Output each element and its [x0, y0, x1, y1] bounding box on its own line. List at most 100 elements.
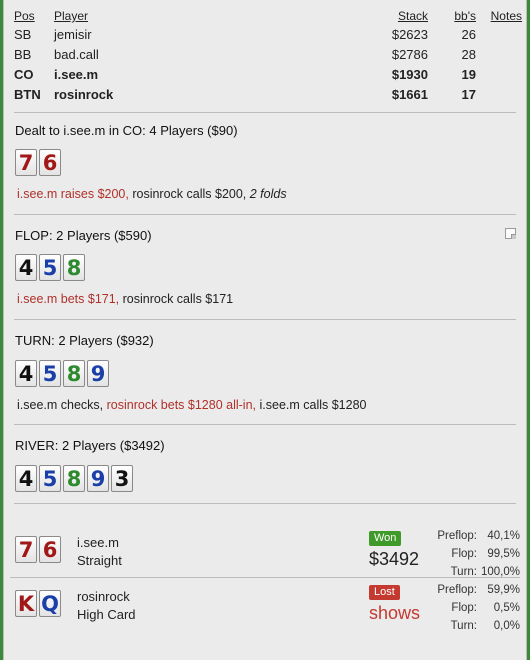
player-pos: BTN	[14, 87, 41, 102]
player-name[interactable]: bad.call	[54, 45, 99, 65]
playing-card: 5	[39, 360, 61, 387]
player-bbs: 19	[461, 67, 476, 82]
playing-card: 8	[63, 254, 85, 281]
player-stack: $2623	[391, 27, 428, 42]
winner-hand: Straight	[77, 553, 122, 568]
player-pos: CO	[14, 67, 34, 82]
divider	[14, 112, 516, 113]
playing-card: 6	[39, 149, 61, 176]
table-row: SB jemisir $2623 26	[14, 25, 522, 45]
action-call: rosinrock calls $200,	[128, 187, 250, 201]
playing-card: 9	[87, 465, 109, 492]
player-bbs: 28	[461, 47, 476, 62]
turn-action: i.see.m checks, rosinrock bets $1280 all…	[17, 398, 367, 412]
player-pos: SB	[14, 27, 32, 42]
loser-equity-stats: Preflop: 59,9% Flop: 0,5% Turn: 0,0%	[414, 581, 520, 635]
divider	[14, 503, 516, 504]
players-table: Pos Player Stack bb's Notes SB jemisir $26…	[14, 8, 522, 105]
action-bet: i.see.m bets $171,	[17, 292, 120, 306]
river-cards: 45893	[15, 465, 135, 495]
player-stack: $2786	[391, 47, 428, 62]
table-row: CO i.see.m $1930 19	[14, 65, 522, 85]
header-notes[interactable]: Notes	[491, 8, 522, 25]
loser-cards: KQ	[15, 590, 63, 620]
note-icon[interactable]	[505, 228, 516, 239]
won-badge: Won	[369, 531, 402, 546]
table-row: BB bad.call $2786 28	[14, 45, 522, 65]
loser-name[interactable]: rosinrock	[77, 588, 130, 606]
action-check: i.see.m checks,	[17, 398, 107, 412]
table-row: BTN rosinrock $1661 17	[14, 85, 522, 105]
divider	[14, 214, 516, 215]
player-stack: $1661	[391, 87, 428, 102]
action-call: i.see.m calls $1280	[256, 398, 367, 412]
loser-hand: High Card	[77, 607, 136, 622]
equity-value: 99,5%	[487, 548, 520, 560]
action-folds: 2 folds	[249, 187, 287, 201]
playing-card: 4	[15, 465, 37, 492]
winner-equity-stats: Preflop: 40,1% Flop: 99,5% Turn: 100,0%	[414, 527, 520, 581]
flop-action: i.see.m bets $171, rosinrock calls $171	[17, 292, 233, 306]
river-title: RIVER: 2 Players ($3492)	[15, 438, 165, 453]
flop-title: FLOP: 2 Players ($590)	[15, 228, 152, 243]
playing-card: K	[15, 590, 37, 617]
hand-history-panel: Pos Player Stack bb's Notes SB jemisir $26…	[3, 0, 527, 660]
playing-card: Q	[39, 590, 61, 617]
playing-card: 4	[15, 360, 37, 387]
action-raise: i.see.m raises $200,	[17, 187, 129, 201]
header-bbs[interactable]: bb's	[446, 8, 476, 25]
equity-value: 59,9%	[487, 584, 520, 596]
equity-label: Turn:	[450, 566, 477, 578]
hole-cards: 76	[15, 149, 63, 179]
playing-card: 4	[15, 254, 37, 281]
player-stack: $1930	[391, 67, 428, 82]
player-pos: BB	[14, 47, 32, 62]
equity-row: Preflop: 59,9%	[414, 581, 520, 599]
equity-value: 0,0%	[493, 620, 520, 632]
equity-label: Flop:	[451, 602, 477, 614]
header-player[interactable]: Player	[54, 8, 88, 25]
playing-card: 8	[63, 360, 85, 387]
playing-card: 5	[39, 254, 61, 281]
lost-amount: shows	[369, 603, 421, 623]
equity-row: Turn: 0,0%	[414, 617, 520, 635]
header-stack[interactable]: Stack	[398, 8, 428, 25]
playing-card: 7	[15, 149, 37, 176]
turn-title: TURN: 2 Players ($932)	[15, 333, 154, 348]
equity-label: Preflop:	[437, 584, 477, 596]
lost-badge: Lost	[369, 585, 400, 600]
action-call: rosinrock calls $171	[119, 292, 234, 306]
preflop-title: Dealt to i.see.m in CO: 4 Players ($90)	[15, 123, 238, 138]
playing-card: 3	[111, 465, 133, 492]
player-bbs: 26	[461, 27, 476, 42]
player-name[interactable]: rosinrock	[54, 85, 113, 105]
equity-label: Flop:	[451, 548, 477, 560]
header-pos[interactable]: Pos	[14, 8, 35, 25]
player-bbs: 17	[461, 87, 476, 102]
playing-card: 8	[63, 465, 85, 492]
equity-row: Turn: 100,0%	[414, 563, 520, 581]
equity-row: Flop: 99,5%	[414, 545, 520, 563]
divider	[14, 319, 516, 320]
equity-row: Flop: 0,5%	[414, 599, 520, 617]
turn-cards: 4589	[15, 360, 111, 390]
equity-value: 0,5%	[493, 602, 520, 614]
winner-name[interactable]: i.see.m	[77, 534, 119, 552]
playing-card: 7	[15, 536, 37, 563]
won-amount: $3492	[369, 549, 420, 569]
playing-card: 5	[39, 465, 61, 492]
winner-cards: 76	[15, 536, 63, 566]
playing-card: 9	[87, 360, 109, 387]
divider	[14, 424, 516, 425]
action-allin: rosinrock bets $1280 all-in,	[106, 398, 257, 412]
equity-label: Turn:	[450, 620, 477, 632]
divider	[10, 577, 520, 578]
playing-card: 6	[39, 536, 61, 563]
equity-value: 40,1%	[487, 530, 520, 542]
equity-row: Preflop: 40,1%	[414, 527, 520, 545]
player-name[interactable]: i.see.m	[54, 65, 98, 85]
player-name[interactable]: jemisir	[54, 25, 92, 45]
table-header: Pos Player Stack bb's Notes	[14, 8, 522, 25]
flop-cards: 458	[15, 254, 87, 284]
equity-label: Preflop:	[437, 530, 477, 542]
